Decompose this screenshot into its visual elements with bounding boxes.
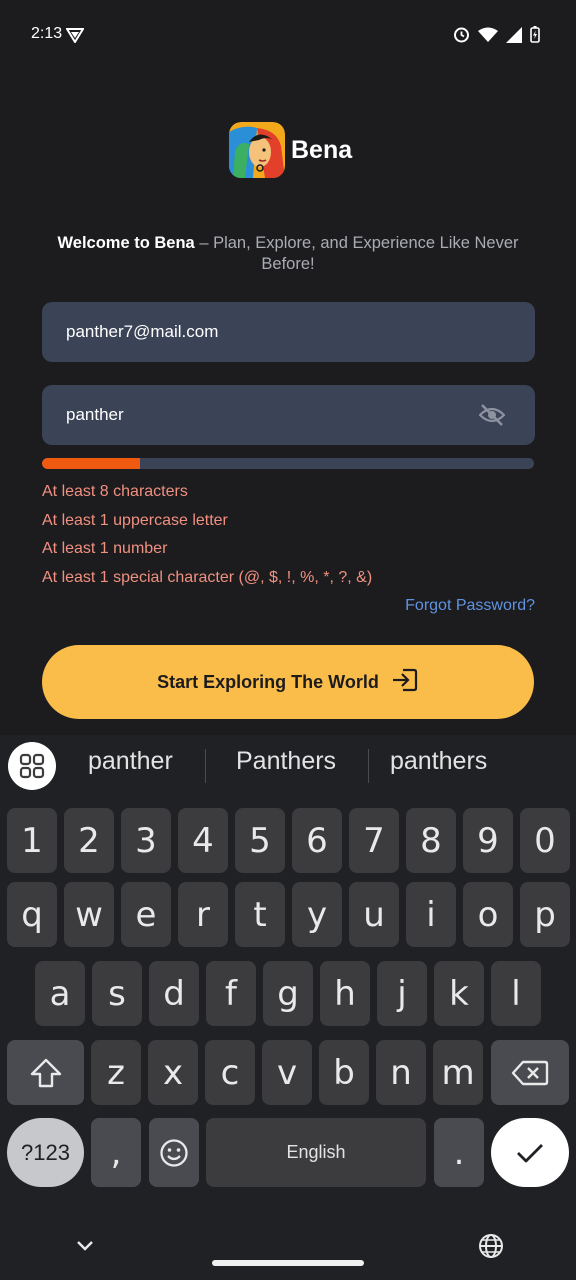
- welcome-bold: Welcome to Bena: [57, 234, 195, 252]
- language-globe-icon[interactable]: [478, 1233, 504, 1264]
- number-key-0[interactable]: 0: [520, 808, 570, 873]
- letter-key-y[interactable]: y: [292, 882, 342, 947]
- letter-key-c[interactable]: c: [205, 1040, 255, 1105]
- suggestion-divider: [368, 749, 369, 783]
- eye-off-icon[interactable]: [478, 404, 506, 431]
- emoji-key[interactable]: [149, 1118, 199, 1187]
- bena-logo-icon: [229, 122, 285, 178]
- suggestion-3[interactable]: panthers: [390, 747, 487, 776]
- welcome-rest: – Plan, Explore, and Experience Like Nev…: [194, 234, 519, 273]
- vpn-icon: [65, 27, 85, 48]
- letter-key-n[interactable]: n: [376, 1040, 426, 1105]
- start-exploring-label: Start Exploring The World: [157, 671, 379, 692]
- letter-key-l[interactable]: l: [491, 961, 541, 1026]
- forgot-password-link[interactable]: Forgot Password?: [405, 597, 535, 615]
- suggestion-divider: [205, 749, 206, 783]
- status-bar: 2:13: [0, 0, 576, 70]
- number-key-4[interactable]: 4: [178, 808, 228, 873]
- letter-key-z[interactable]: z: [91, 1040, 141, 1105]
- hide-keyboard-chevron-icon[interactable]: [76, 1238, 94, 1256]
- comma-key[interactable]: ,: [91, 1118, 141, 1187]
- letter-key-k[interactable]: k: [434, 961, 484, 1026]
- letter-key-b[interactable]: b: [319, 1040, 369, 1105]
- app-name: Bena: [291, 135, 353, 164]
- password-strength-bar: [42, 458, 534, 469]
- password-field-container: [42, 385, 535, 445]
- letter-key-u[interactable]: u: [349, 882, 399, 947]
- letter-key-m[interactable]: m: [433, 1040, 483, 1105]
- letter-key-d[interactable]: d: [149, 961, 199, 1026]
- letter-key-v[interactable]: v: [262, 1040, 312, 1105]
- rule-uppercase: At least 1 uppercase letter: [42, 511, 228, 529]
- app-logo: Bena: [229, 122, 352, 178]
- status-time: 2:13: [31, 25, 63, 42]
- letter-key-p[interactable]: p: [520, 882, 570, 947]
- alarm-icon: [453, 26, 470, 48]
- password-strength-fill: [42, 458, 141, 469]
- number-key-8[interactable]: 8: [406, 808, 456, 873]
- number-key-1[interactable]: 1: [7, 808, 57, 873]
- number-key-7[interactable]: 7: [349, 808, 399, 873]
- letter-key-h[interactable]: h: [320, 961, 370, 1026]
- number-key-2[interactable]: 2: [64, 808, 114, 873]
- welcome-text: Welcome to Bena – Plan, Explore, and Exp…: [40, 233, 536, 275]
- letter-key-g[interactable]: g: [263, 961, 313, 1026]
- number-key-5[interactable]: 5: [235, 808, 285, 873]
- symbols-key[interactable]: ?123: [7, 1118, 84, 1187]
- suggestion-1[interactable]: panther: [88, 747, 173, 776]
- number-key-3[interactable]: 3: [121, 808, 171, 873]
- shift-key[interactable]: [7, 1040, 84, 1105]
- suggestion-2[interactable]: Panthers: [236, 747, 336, 776]
- email-field[interactable]: [66, 302, 466, 362]
- letter-key-f[interactable]: f: [206, 961, 256, 1026]
- letter-key-t[interactable]: t: [235, 882, 285, 947]
- gesture-nav-handle[interactable]: [212, 1260, 364, 1266]
- number-key-6[interactable]: 6: [292, 808, 342, 873]
- start-exploring-button[interactable]: Start Exploring The World: [42, 645, 534, 719]
- enter-key[interactable]: [491, 1118, 569, 1187]
- rule-min-length: At least 8 characters: [42, 483, 188, 500]
- suggestion-bar: panther Panthers panthers: [0, 735, 576, 797]
- email-field-container: [42, 302, 535, 362]
- space-key[interactable]: English: [206, 1118, 426, 1187]
- period-key[interactable]: .: [434, 1118, 484, 1187]
- battery-charging-icon: [530, 26, 540, 48]
- letter-key-w[interactable]: w: [64, 882, 114, 947]
- letter-key-i[interactable]: i: [406, 882, 456, 947]
- letter-key-j[interactable]: j: [377, 961, 427, 1026]
- letter-key-x[interactable]: x: [148, 1040, 198, 1105]
- letter-key-a[interactable]: a: [35, 961, 85, 1026]
- rule-special-char: At least 1 special character (@, $, !, %…: [42, 569, 373, 587]
- password-rules: At least 8 characters At least 1 upperca…: [42, 482, 372, 597]
- letter-key-e[interactable]: e: [121, 882, 171, 947]
- backspace-key[interactable]: [491, 1040, 569, 1105]
- letter-key-s[interactable]: s: [92, 961, 142, 1026]
- soft-keyboard: panther Panthers panthers 1234567890 qwer…: [0, 735, 576, 1280]
- keyboard-apps-icon[interactable]: [8, 742, 56, 790]
- password-field[interactable]: [66, 385, 466, 445]
- login-arrow-icon: [391, 667, 419, 698]
- letter-key-q[interactable]: q: [7, 882, 57, 947]
- number-key-9[interactable]: 9: [463, 808, 513, 873]
- letter-key-r[interactable]: r: [178, 882, 228, 947]
- signal-icon: [506, 26, 522, 48]
- wifi-icon: [478, 27, 498, 47]
- letter-key-o[interactable]: o: [463, 882, 513, 947]
- rule-number: At least 1 number: [42, 540, 168, 558]
